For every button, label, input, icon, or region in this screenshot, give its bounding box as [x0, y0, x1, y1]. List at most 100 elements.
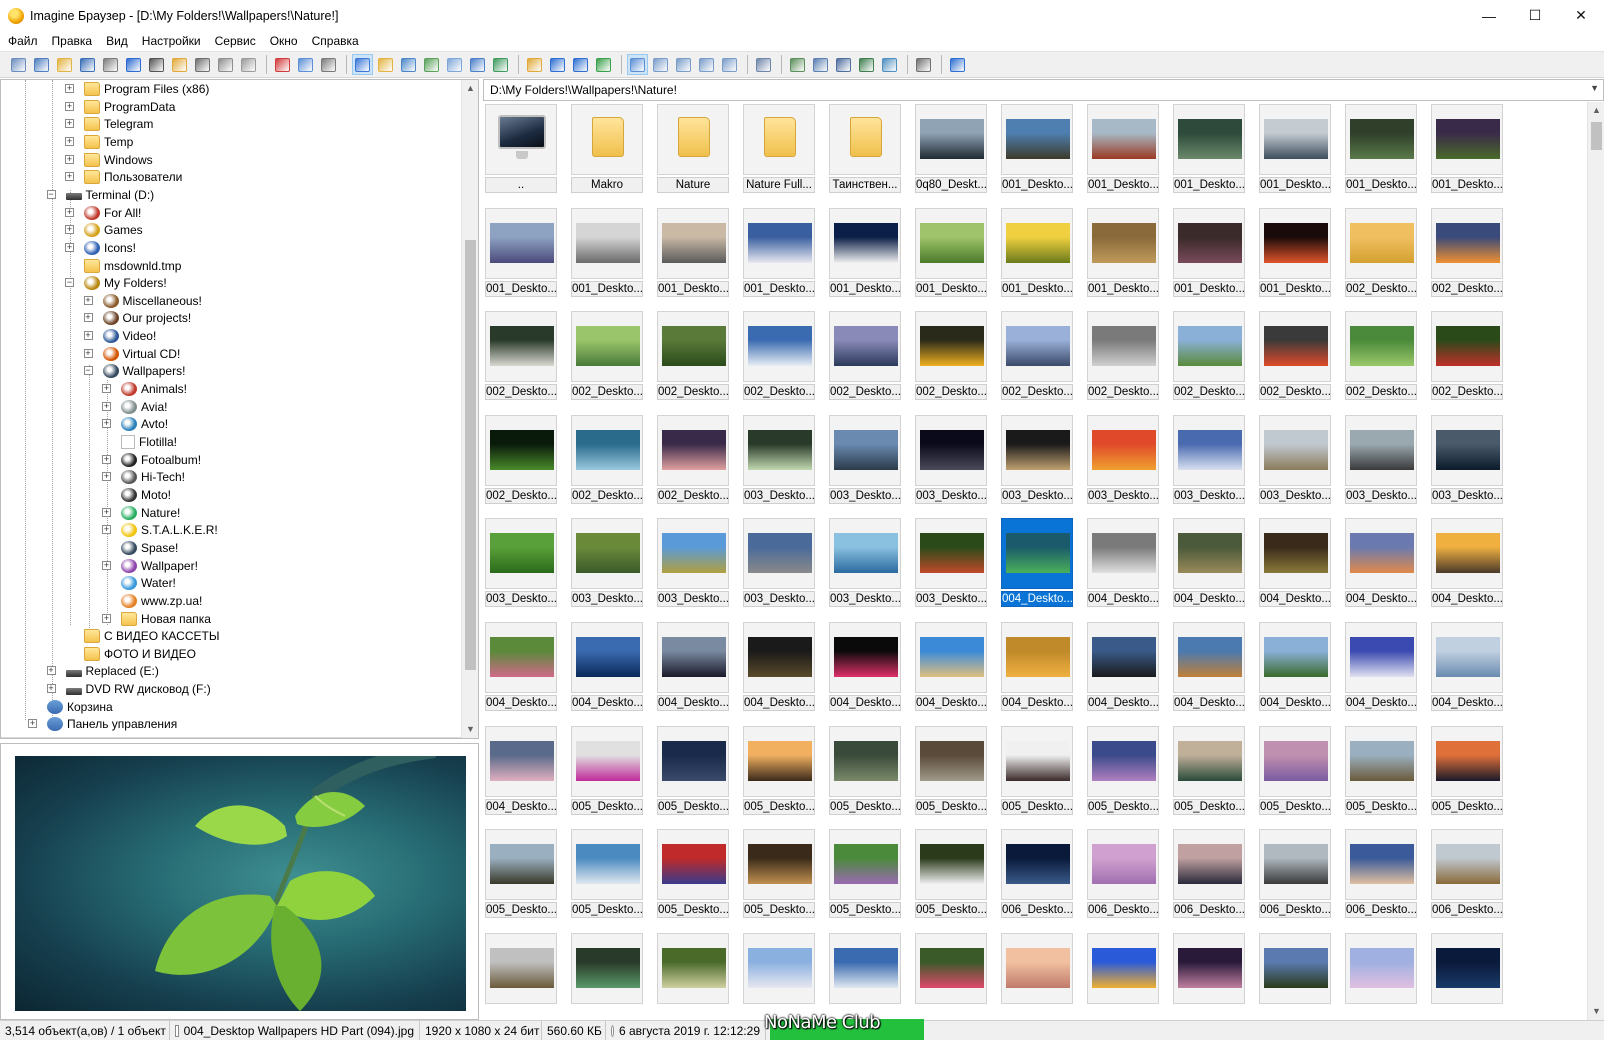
image-thumbnail[interactable] — [571, 932, 643, 1020]
tree-item[interactable]: + Temp — [65, 133, 133, 151]
image-thumbnail[interactable]: 003_Deskto... — [657, 518, 729, 610]
folder-thumbnail[interactable]: Nature Full... — [743, 104, 815, 196]
expand-icon[interactable]: + — [102, 560, 111, 570]
scroll-up-arrow-icon[interactable]: ▲ — [462, 80, 478, 97]
tree-button[interactable] — [375, 54, 396, 75]
image-thumbnail[interactable] — [1431, 932, 1503, 1020]
image-thumbnail[interactable]: 002_Deskto... — [1431, 207, 1503, 300]
image-thumbnail[interactable]: 003_Deskto... — [829, 518, 901, 610]
tree-item[interactable]: + Nature! — [102, 504, 180, 522]
forward-button[interactable] — [570, 54, 591, 75]
grid-scroll-down-arrow-icon[interactable]: ▼ — [1588, 1003, 1604, 1020]
image-thumbnail[interactable] — [915, 932, 987, 1020]
image-thumbnail[interactable]: 003_Deskto... — [1345, 414, 1417, 507]
expand-icon[interactable]: + — [102, 419, 111, 429]
expand-icon[interactable]: + — [65, 101, 74, 111]
menu-item-6[interactable]: Справка — [308, 34, 363, 48]
expand-icon[interactable]: + — [65, 154, 74, 164]
image-thumbnail[interactable]: 003_Deskto... — [1087, 414, 1159, 507]
edit-button[interactable] — [913, 54, 934, 75]
image-thumbnail[interactable]: 003_Deskto... — [915, 414, 987, 507]
image-thumbnail[interactable]: 006_Deskto... — [1259, 829, 1331, 921]
image-thumbnail[interactable]: 006_Deskto... — [1001, 829, 1073, 921]
tree-item[interactable]: − Wallpapers! — [83, 362, 185, 380]
info-button[interactable] — [123, 54, 144, 75]
image-thumbnail[interactable]: 004_Deskto... — [829, 622, 901, 714]
expand-icon[interactable]: + — [83, 331, 93, 341]
capture-button[interactable] — [833, 54, 854, 75]
image-thumbnail[interactable]: 001_Deskto... — [743, 207, 815, 300]
image-thumbnail[interactable]: 002_Deskto... — [571, 311, 643, 403]
image-thumbnail[interactable]: 002_Deskto... — [1345, 311, 1417, 403]
image-thumbnail[interactable]: 002_Deskto... — [657, 414, 729, 507]
large-icons-button[interactable] — [650, 54, 671, 75]
thumbnails-button[interactable] — [627, 54, 648, 75]
image-thumbnail[interactable]: 001_Deskto... — [1345, 104, 1417, 196]
expand-icon[interactable]: + — [102, 384, 111, 394]
image-thumbnail[interactable]: 003_Deskto... — [829, 414, 901, 507]
image-thumbnail[interactable]: 004_Deskto... — [1259, 622, 1331, 714]
image-thumbnail[interactable]: 005_Deskto... — [915, 829, 987, 921]
image-thumbnail[interactable]: 004_Deskto... — [1431, 518, 1503, 610]
tree-scrollbar-thumb[interactable] — [465, 240, 476, 670]
image-thumbnail[interactable]: 003_Deskto... — [1001, 414, 1073, 507]
image-thumbnail[interactable]: 003_Deskto... — [1431, 414, 1503, 507]
tree-item[interactable]: + ProgramData — [65, 98, 175, 116]
address-dropdown-icon[interactable]: ▼ — [1590, 83, 1599, 93]
tree-item[interactable]: + Wallpaper! — [102, 557, 198, 575]
view-toggle-button[interactable] — [352, 54, 373, 75]
tree-item[interactable]: + For All! — [65, 204, 141, 222]
image-thumbnail[interactable]: 003_Deskto... — [571, 518, 643, 610]
grid-scroll-up-arrow-icon[interactable]: ▲ — [1588, 102, 1604, 119]
expand-icon[interactable]: + — [65, 225, 74, 235]
image-thumbnail[interactable] — [1345, 932, 1417, 1020]
image-thumbnail[interactable]: 004_Deskto... — [657, 622, 729, 714]
tree-item[interactable]: + Avia! — [102, 398, 167, 416]
image-thumbnail[interactable]: 004_Deskto... — [1001, 622, 1073, 714]
parent-folder-button[interactable] — [524, 54, 545, 75]
image-thumbnail[interactable]: 005_Deskto... — [1345, 725, 1417, 818]
image-thumbnail[interactable]: 003_Deskto... — [743, 414, 815, 507]
image-thumbnail[interactable] — [1001, 932, 1073, 1020]
rename-button[interactable] — [192, 54, 213, 75]
image-thumbnail[interactable]: 002_Deskto... — [1259, 311, 1331, 403]
image-thumbnail[interactable]: 001_Deskto... — [1259, 207, 1331, 300]
refresh-button[interactable] — [593, 54, 614, 75]
image-thumbnail[interactable]: 006_Deskto... — [1173, 829, 1245, 921]
image-thumbnail[interactable]: 003_Deskto... — [1259, 414, 1331, 507]
tree-item[interactable]: Корзина — [47, 698, 113, 716]
image-thumbnail[interactable]: 004_Deskto... — [1345, 622, 1417, 714]
tree-item[interactable]: + DVD RW дисковод (F:) — [46, 680, 211, 698]
image-thumbnail[interactable] — [1087, 932, 1159, 1020]
image-thumbnail[interactable]: 004_Deskto... — [1001, 518, 1073, 610]
image-thumbnail[interactable]: 004_Deskto... — [1087, 518, 1159, 610]
thumbnail-grid[interactable]: .. Makro Nature Nature Full... Таинствен... 0… — [483, 102, 1587, 1020]
expand-icon[interactable]: + — [65, 172, 74, 182]
image-thumbnail[interactable]: 003_Deskto... — [915, 518, 987, 610]
delete-button[interactable] — [238, 54, 259, 75]
image-thumbnail[interactable]: 001_Deskto... — [1173, 104, 1245, 196]
expand-icon[interactable]: + — [83, 313, 93, 323]
picture-button[interactable] — [490, 54, 511, 75]
image-thumbnail[interactable]: 002_Deskto... — [1173, 311, 1245, 403]
scan-button[interactable] — [146, 54, 167, 75]
tree-item[interactable]: Moto! — [121, 486, 171, 504]
image-thumbnail[interactable] — [1259, 932, 1331, 1020]
details-button[interactable] — [719, 54, 740, 75]
tree-item[interactable]: С ВИДЕО КАССЕТЫ — [84, 627, 219, 645]
image-thumbnail[interactable]: 002_Deskto... — [1001, 311, 1073, 403]
image-thumbnail[interactable]: 005_Deskto... — [743, 725, 815, 818]
image-thumbnail[interactable]: 001_Deskto... — [1173, 207, 1245, 300]
scroll-down-arrow-icon[interactable]: ▼ — [462, 721, 478, 738]
parent-folder-thumbnail[interactable]: .. — [485, 104, 557, 196]
expand-icon[interactable]: + — [102, 525, 111, 535]
tree-item[interactable]: + Our projects! — [83, 309, 191, 327]
open-folder-button[interactable] — [54, 54, 75, 75]
tree-item[interactable]: + Replaced (E:) — [46, 662, 159, 680]
tree-item[interactable]: + Games — [65, 221, 143, 239]
collapse-icon[interactable]: − — [65, 278, 74, 288]
image-thumbnail[interactable]: 005_Deskto... — [829, 829, 901, 921]
print-button[interactable] — [100, 54, 121, 75]
image-thumbnail[interactable]: 005_Deskto... — [915, 725, 987, 818]
image-thumbnail[interactable]: 001_Deskto... — [1087, 207, 1159, 300]
